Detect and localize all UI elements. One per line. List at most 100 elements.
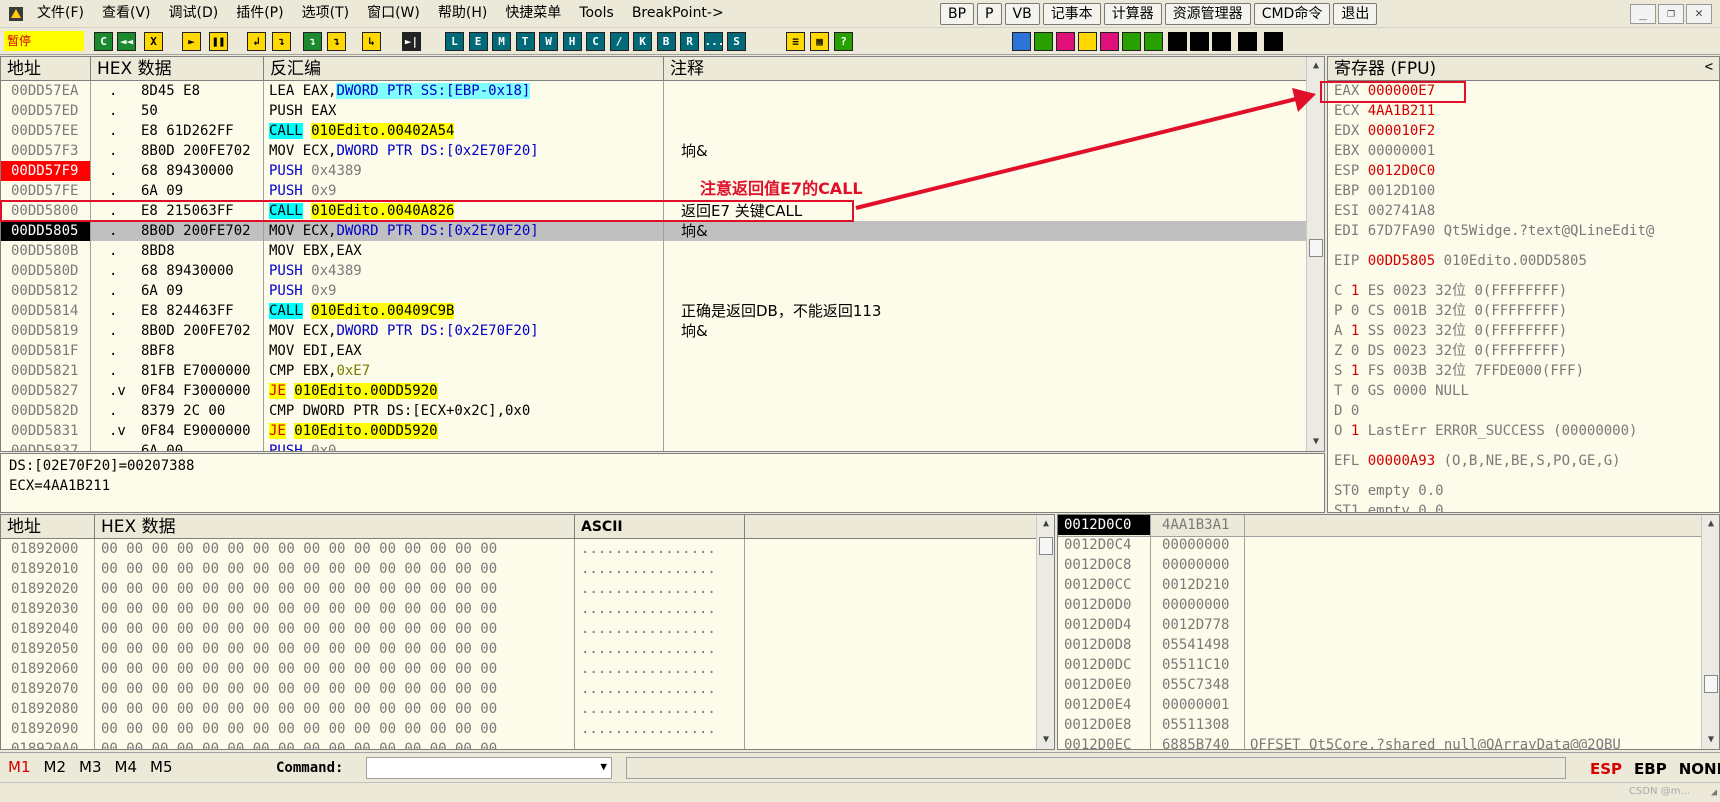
stack-address[interactable]: 0012D0CC	[1058, 575, 1150, 595]
dump-row[interactable]: 018920A0 00 00 00 00 00 00 00 00 00 00 00…	[1, 739, 1036, 749]
toolbar-button-run-3[interactable]: ►	[182, 32, 201, 51]
stack-row[interactable]: 0012D0D0 00000000	[1058, 595, 1701, 615]
dump-address[interactable]: 01892070	[11, 679, 93, 699]
scroll-down-icon[interactable]: ▼	[1307, 433, 1324, 451]
disasm-address[interactable]: 00DD580D	[1, 261, 90, 281]
slot-icon[interactable]	[1190, 32, 1209, 51]
dump-hex[interactable]: 00 00 00 00 00 00 00 00 00 00 00 00 00 0…	[101, 659, 573, 679]
disasm-address[interactable]: 00DD57FE	[1, 181, 90, 201]
register-value[interactable]: 67D7FA90	[1368, 223, 1435, 239]
resize-grip-icon[interactable]: ◢	[1711, 787, 1717, 798]
disasm-address[interactable]: 00DD57F9	[1, 161, 90, 181]
disasm-address[interactable]: 00DD5812	[1, 281, 90, 301]
flag-row[interactable]: S 1 FS 003B 32位 7FFDE000(FFF)	[1334, 361, 1584, 381]
dump-address[interactable]: 01892080	[11, 699, 93, 719]
quick-button-5[interactable]: 资源管理器	[1164, 3, 1251, 25]
memory-dump-pane[interactable]: 地址 HEX 数据 ASCII 01892000 00 00 00 00 00 0…	[0, 514, 1055, 750]
dump-hex[interactable]: 00 00 00 00 00 00 00 00 00 00 00 00 00 0…	[101, 619, 573, 639]
menu-item-8[interactable]: Tools	[570, 0, 623, 27]
toolbar-button-misc-0[interactable]: ≡	[786, 32, 805, 51]
fpu-st1[interactable]: ST1 empty 0.0	[1334, 501, 1444, 512]
quick-button-3[interactable]: 记事本	[1042, 3, 1101, 25]
record-icon[interactable]	[1078, 32, 1097, 51]
menu-item-0[interactable]: 文件(F)	[28, 0, 93, 27]
flag-row[interactable]: A 1 SS 0023 32位 0(FFFFFFFF)	[1334, 321, 1567, 341]
toolbar-button-window-3[interactable]: T	[515, 32, 535, 51]
toolbar-button-run-6[interactable]: ↴	[272, 32, 291, 51]
stack-row[interactable]: 0012D0EC 6885B740 OFFSET Qt5Core.?shared_n…	[1058, 735, 1701, 749]
stack-value[interactable]: 05511C10	[1162, 655, 1244, 675]
toolbar-button-window-10[interactable]: R	[680, 32, 699, 51]
menu-item-1[interactable]: 查看(V)	[93, 0, 160, 27]
toolbar-button-run-7[interactable]: ↴	[303, 32, 322, 51]
stack-address[interactable]: 0012D0D4	[1058, 615, 1150, 635]
disasm-address[interactable]: 00DD57EE	[1, 121, 90, 141]
dump-hex[interactable]: 00 00 00 00 00 00 00 00 00 00 00 00 00 0…	[101, 679, 573, 699]
flag-row[interactable]: D 0	[1334, 401, 1359, 421]
stack-row[interactable]: 0012D0C0 4AA1B3A1	[1058, 515, 1701, 535]
dump-address[interactable]: 018920A0	[11, 739, 93, 749]
stack-value[interactable]: 00000000	[1162, 555, 1244, 575]
dump-hex[interactable]: 00 00 00 00 00 00 00 00 00 00 00 00 00 0…	[101, 719, 573, 739]
toolbar-button-run-5[interactable]: ↲	[247, 32, 266, 51]
register-row[interactable]: ECX 4AA1B211	[1334, 101, 1719, 121]
menu-item-4[interactable]: 选项(T)	[293, 0, 358, 27]
toolbar-button-window-0[interactable]: L	[445, 32, 464, 51]
dump-row[interactable]: 01892060 00 00 00 00 00 00 00 00 00 00 00…	[1, 659, 1036, 679]
memory-tab-3[interactable]: M3	[79, 758, 102, 776]
register-value[interactable]: 000010F2	[1368, 123, 1435, 139]
dump-scrollbar[interactable]: ▲ ▼	[1036, 515, 1054, 749]
flag-row[interactable]: C 1 ES 0023 32位 0(FFFFFFFF)	[1334, 281, 1567, 301]
dump-ascii[interactable]: ................	[581, 639, 741, 659]
menu-item-2[interactable]: 调试(D)	[160, 0, 228, 27]
register-value[interactable]: 00DD5805	[1368, 253, 1435, 269]
dump-address[interactable]: 01892060	[11, 659, 93, 679]
registers-pane[interactable]: 寄存器 (FPU) < EAX 000000E7 ECX 4AA1B211 ED…	[1327, 56, 1720, 513]
dump-address[interactable]: 01892020	[11, 579, 93, 599]
command-input[interactable]: ▼	[366, 757, 612, 779]
dump-header-ascii[interactable]: ASCII	[575, 515, 745, 539]
dump-ascii[interactable]: ................	[581, 659, 741, 679]
disasm-row[interactable]: 00DD5812. 6A 09 PUSH 0x9	[1, 281, 1306, 301]
chevron-down-icon[interactable]: ▼	[600, 760, 607, 773]
disasm-address[interactable]: 00DD5831	[1, 421, 90, 441]
disasm-row[interactable]: 00DD580D. 68 89430000 PUSH 0x4389	[1, 261, 1306, 281]
disasm-row[interactable]: 00DD57ED. 50 PUSH EAX	[1, 101, 1306, 121]
dump-ascii[interactable]: ................	[581, 619, 741, 639]
stack-value[interactable]: 055C7348	[1162, 675, 1244, 695]
menu-item-7[interactable]: 快捷菜单	[496, 0, 570, 27]
stack-value[interactable]: 6885B740	[1162, 735, 1244, 749]
stack-row[interactable]: 0012D0CC 0012D210	[1058, 575, 1701, 595]
flag-row[interactable]: O 1 LastErr ERROR_SUCCESS (00000000)	[1334, 421, 1637, 441]
toolbar-button-misc-1[interactable]: ▦	[810, 32, 829, 51]
toolbar-button-window-1[interactable]: E	[468, 32, 488, 51]
monitor-icon[interactable]	[1144, 32, 1163, 51]
grid-icon[interactable]	[1122, 32, 1141, 51]
dump-ascii[interactable]: ................	[581, 539, 741, 559]
restore-icon[interactable]: ❐	[1658, 4, 1684, 24]
disasm-address[interactable]: 00DD580B	[1, 241, 90, 261]
toolbar-button-window-9[interactable]: B	[656, 32, 676, 51]
stack-address[interactable]: 0012D0DC	[1058, 655, 1150, 675]
close-icon[interactable]: ✕	[1686, 4, 1712, 24]
register-row[interactable]: EDX 000010F2	[1334, 121, 1719, 141]
toolbar-button-window-5[interactable]: H	[562, 32, 582, 51]
register-row-eip[interactable]: EIP 00DD5805 010Edito.00DD5805	[1334, 251, 1587, 271]
register-row[interactable]: ESI 002741A8	[1334, 201, 1719, 221]
disasm-row[interactable]: 00DD5831 .v 0F84 E9000000 JE 010Edito.00DD5…	[1, 421, 1306, 441]
fpu-st0[interactable]: ST0 empty 0.0	[1334, 481, 1444, 501]
stack-address[interactable]: 0012D0E8	[1058, 715, 1150, 735]
register-value[interactable]: 0012D100	[1368, 183, 1435, 199]
toolbar-button-run-2[interactable]: X	[144, 32, 163, 51]
follow-ebp[interactable]: EBP	[1634, 760, 1667, 778]
toolbar-button-window-4[interactable]: W	[539, 32, 558, 51]
disasm-row[interactable]: 00DD5837. 6A 00 PUSH 0x0	[1, 441, 1306, 451]
registers-collapse-icon[interactable]: <	[1705, 59, 1713, 75]
dump-hex[interactable]: 00 00 00 00 00 00 00 00 00 00 00 00 00 0…	[101, 559, 573, 579]
flag-row[interactable]: Z 0 DS 0023 32位 0(FFFFFFFF)	[1334, 341, 1567, 361]
register-value[interactable]: 002741A8	[1368, 203, 1435, 219]
stack-row[interactable]: 0012D0D8 05541498	[1058, 635, 1701, 655]
stack-address[interactable]: 0012D0C4	[1058, 535, 1150, 555]
follow-none[interactable]: NONE	[1679, 760, 1720, 778]
stack-address[interactable]: 0012D0E0	[1058, 675, 1150, 695]
